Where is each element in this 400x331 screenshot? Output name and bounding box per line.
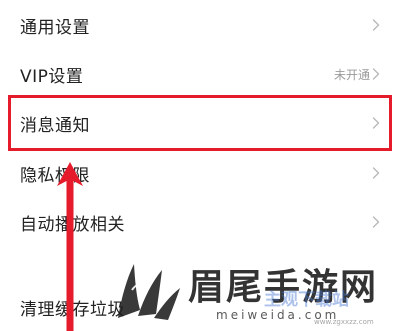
settings-item-autoplay[interactable]: 自动播放相关 <box>0 197 400 247</box>
settings-item-vip[interactable]: VIP设置 未开通 <box>0 49 400 99</box>
chevron-right-icon <box>372 68 380 80</box>
settings-item-label: 隐私权限 <box>20 165 90 186</box>
settings-item-label: 消息通知 <box>20 115 90 136</box>
settings-item-label: 自动播放相关 <box>20 214 125 235</box>
settings-item-general[interactable]: 通用设置 <box>0 0 400 50</box>
settings-item-privacy[interactable]: 隐私权限 <box>0 148 400 198</box>
settings-item-label: VIP设置 <box>20 66 84 87</box>
chevron-right-icon <box>372 19 380 31</box>
chevron-right-icon <box>372 117 380 129</box>
vip-status-value: 未开通 <box>333 67 370 82</box>
settings-item-label: 清理缓存垃圾 <box>20 299 125 320</box>
chevron-right-icon <box>372 216 380 228</box>
settings-item-label: 通用设置 <box>20 17 90 38</box>
settings-item-clear-cache[interactable]: 清理缓存垃圾 <box>0 282 400 331</box>
settings-screen: 通用设置 VIP设置 未开通 消息通知 隐私权限 自动播放相关 清理缓存垃圾 眉… <box>0 0 400 331</box>
chevron-right-icon <box>372 167 380 179</box>
settings-item-notifications[interactable]: 消息通知 <box>0 98 400 148</box>
